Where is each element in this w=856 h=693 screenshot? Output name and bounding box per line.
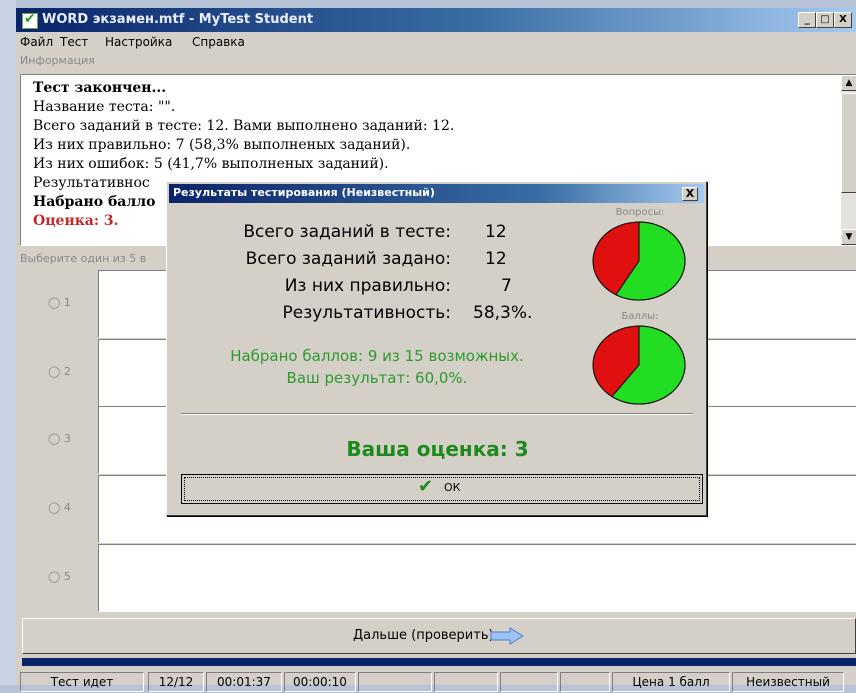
status-price: Цена 1 балл: [612, 672, 730, 692]
status-empty-3: [500, 672, 558, 692]
ok-label: ОК: [444, 481, 461, 494]
menu-settings[interactable]: Настройка: [105, 35, 172, 49]
choose-label: Выберите один из 5 в: [20, 252, 147, 265]
option-radio-5[interactable]: ◯ 5: [48, 570, 71, 583]
stat-correct-value: 7: [501, 276, 512, 296]
dialog-title: Результаты тестирования (Неизвестный): [173, 186, 435, 199]
status-empty-1: [358, 672, 432, 692]
option-radio-4[interactable]: ◯ 4: [48, 501, 71, 514]
pie-questions-caption: Вопросы:: [615, 207, 665, 218]
next-button-label: Дальше (проверить): [353, 628, 494, 643]
scroll-thumb[interactable]: [841, 93, 856, 193]
option-box-5[interactable]: [98, 544, 856, 612]
pie-questions-chart: [592, 221, 686, 301]
scroll-down-icon[interactable]: ▼: [841, 229, 856, 245]
info-line: Из них ошибок: 5 (41,7% выполненых задан…: [33, 156, 389, 172]
pie-points-caption: Баллы:: [621, 311, 659, 322]
scroll-up-icon[interactable]: ▲: [841, 75, 856, 91]
arrow-right-icon: [490, 627, 524, 645]
progress-bar: [22, 658, 856, 666]
stat-asked-value: 12: [485, 249, 507, 269]
title-bar: ✔ WORD экзамен.mtf - MyTest Student _ □ …: [16, 8, 856, 32]
stat-total-value: 12: [485, 222, 507, 242]
menu-file[interactable]: Файл: [20, 35, 53, 49]
info-line: Название теста: "".: [33, 99, 176, 115]
info-group-label: Информация: [20, 54, 95, 67]
status-progress: 12/12: [148, 672, 204, 692]
maximize-button[interactable]: □: [816, 12, 834, 28]
window-title: WORD экзамен.mtf - MyTest Student: [42, 12, 314, 27]
option-radio-1[interactable]: ◯ 1: [48, 296, 71, 309]
status-bar: Тест идет 12/12 00:01:37 00:00:10 Цена 1…: [16, 670, 856, 693]
stat-asked-label: Всего заданий задано:: [245, 249, 451, 269]
menu-help[interactable]: Справка: [192, 35, 245, 49]
stat-effectiveness-value: 58,3%.: [473, 303, 533, 323]
option-radio-3[interactable]: ◯ 3: [48, 432, 71, 445]
close-button[interactable]: X: [834, 12, 852, 28]
app-icon: ✔: [22, 11, 38, 29]
option-row-5[interactable]: ◯ 5: [22, 544, 856, 612]
stat-total-label: Всего заданий в тесте:: [243, 222, 451, 242]
info-line: Всего заданий в тесте: 12. Вами выполнен…: [33, 118, 455, 134]
menu-test[interactable]: Тест: [60, 35, 88, 49]
result-line: Ваш результат: 60,0%.: [286, 369, 468, 387]
pie-points-chart: [592, 325, 686, 405]
ok-button[interactable]: ✔ ОК: [181, 474, 703, 504]
background-window-edge: [0, 0, 16, 685]
info-scrollbar[interactable]: ▲ ▼: [841, 75, 856, 245]
next-button[interactable]: Дальше (проверить): [22, 618, 856, 654]
dialog-close-button[interactable]: X: [682, 187, 698, 201]
status-elapsed: 00:01:37: [206, 672, 282, 692]
status-state: Тест идет: [20, 672, 144, 692]
minimize-button[interactable]: _: [798, 12, 816, 28]
status-user: Неизвестный: [732, 672, 844, 692]
status-empty-2: [434, 672, 498, 692]
score-line: Набрано баллов: 9 из 15 возможных.: [230, 347, 524, 365]
info-line: Из них правильно: 7 (58,3% выполненых за…: [33, 137, 411, 153]
status-empty-4: [560, 672, 610, 692]
grade-text: Ваша оценка: 3: [346, 437, 529, 461]
stat-correct-label: Из них правильно:: [284, 276, 451, 296]
status-question-time: 00:00:10: [284, 672, 356, 692]
menu-bar: Файл Тест Настройка Справка: [16, 32, 856, 52]
ok-focus-outline: [184, 477, 700, 501]
stat-effectiveness-label: Результативность:: [282, 303, 452, 323]
option-radio-2[interactable]: ◯ 2: [48, 365, 71, 378]
info-line: Тест закончен...: [33, 80, 167, 96]
checkmark-icon: ✔: [418, 476, 434, 497]
dialog-separator: [181, 413, 693, 415]
results-dialog: Результаты тестирования (Неизвестный) X …: [166, 181, 707, 516]
dialog-title-bar: Результаты тестирования (Неизвестный) X: [169, 184, 704, 203]
